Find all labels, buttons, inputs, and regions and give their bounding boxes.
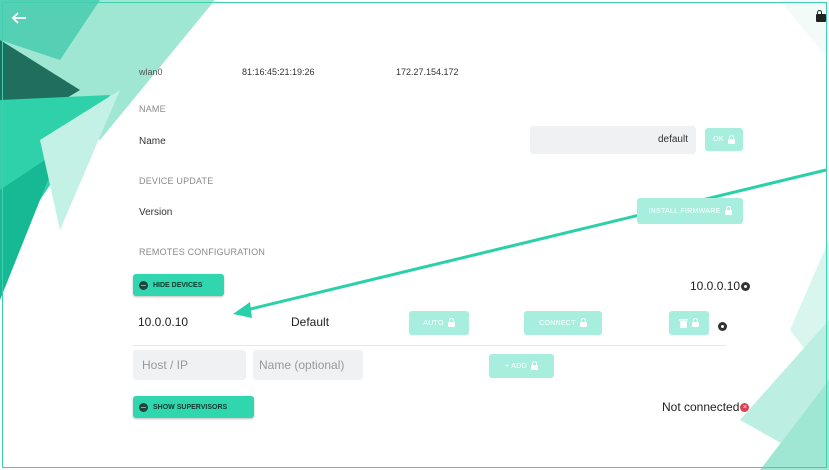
show-supervisors-button[interactable]: SHOW SUPERVISORS (133, 396, 254, 418)
auto-button-label: AUTO (423, 319, 444, 327)
lock-icon (724, 206, 732, 215)
update-section-label: DEVICE UPDATE (139, 176, 214, 186)
lock-icon (816, 9, 826, 22)
error-icon: × (740, 402, 750, 412)
show-supervisors-label: SHOW SUPERVISORS (153, 403, 228, 411)
name-section-label: NAME (139, 104, 166, 114)
minus-circle-icon (139, 402, 148, 412)
version-label: Version (139, 207, 173, 218)
lock-button[interactable] (814, 5, 828, 27)
interface-ip: 172.27.154.172 (396, 67, 459, 77)
settings-icon[interactable] (741, 281, 751, 291)
device-host: 10.0.0.10 (138, 315, 189, 329)
device-name-value: default (657, 134, 688, 145)
auto-button[interactable]: AUTO (409, 311, 469, 335)
back-button[interactable] (8, 8, 30, 28)
interface-name: wlan0 (139, 67, 163, 77)
device-name-input[interactable]: default (530, 126, 696, 154)
connection-status: Not connected × (662, 400, 750, 414)
hide-devices-label: HIDE DEVICES (153, 281, 203, 289)
add-button-label: + ADD (505, 362, 527, 370)
lock-icon (727, 134, 735, 144)
host-placeholder: Host / IP (142, 358, 189, 372)
lock-icon (579, 318, 587, 327)
lock-icon (692, 318, 699, 327)
interface-mac: 81:16:45:21:19:26 (242, 67, 315, 77)
ok-button[interactable]: OK (705, 128, 743, 151)
trash-icon (679, 319, 688, 328)
hide-devices-button[interactable]: HIDE DEVICES (133, 274, 224, 296)
add-device-button[interactable]: + ADD (489, 354, 554, 378)
arrow-left-icon (11, 12, 26, 24)
device-name: Default (291, 315, 330, 329)
divider (133, 345, 726, 346)
name-field-label: Name (139, 136, 166, 147)
lock-icon (530, 361, 538, 370)
lock-icon (447, 318, 455, 327)
host-input[interactable]: Host / IP (133, 350, 246, 380)
name-placeholder: Name (optional) (259, 358, 345, 372)
active-host: 10.0.0.10 (690, 279, 751, 293)
minus-circle-icon (139, 280, 148, 290)
connect-button-label: CONNECT (539, 319, 576, 327)
remotes-section-label: REMOTES CONFIGURATION (139, 247, 266, 257)
connect-button[interactable]: CONNECT (524, 311, 602, 335)
device-name-optional-input[interactable]: Name (optional) (253, 350, 363, 380)
delete-device-button[interactable] (669, 311, 709, 335)
connection-status-label: Not connected (662, 400, 740, 414)
install-firmware-button[interactable]: INSTALL FIRMWARE (637, 198, 743, 224)
ok-button-label: OK (713, 136, 724, 143)
install-firmware-label: INSTALL FIRMWARE (648, 207, 721, 215)
active-host-label: 10.0.0.10 (690, 279, 741, 293)
